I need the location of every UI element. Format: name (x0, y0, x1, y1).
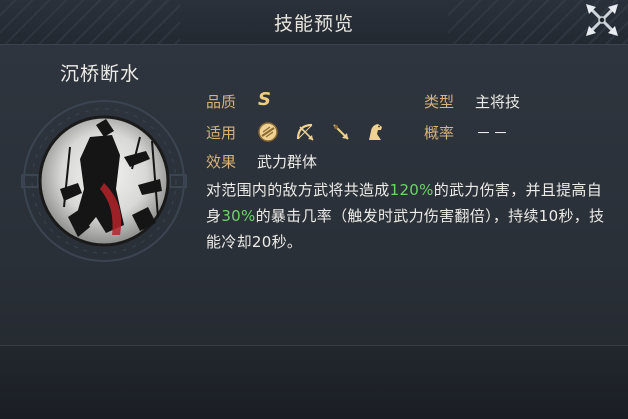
applicable-label: 适用 (206, 124, 237, 142)
crit-percent: 30% (221, 207, 256, 225)
skill-description: 对范围内的敌方武将共造成120%的武力伤害，并且提高自身30%的暴击几率（触发时… (206, 177, 610, 255)
effect-label: 效果 (206, 153, 237, 171)
bottom-area (0, 345, 628, 419)
type-value: 主将技 (475, 93, 521, 111)
type-label: 类型 (424, 93, 455, 111)
spear-icon (333, 124, 349, 140)
effect-value: 武力群体 (257, 153, 318, 171)
bow-icon (296, 123, 314, 141)
rate-value: －－ (476, 124, 511, 142)
close-icon (586, 4, 618, 36)
window-title: 技能预览 (273, 13, 354, 35)
description-text-3: 的暴击几率（触发时武力伤害翻倍），持续10秒，技能冷却20秒。 (206, 207, 605, 251)
skill-portrait (20, 97, 188, 265)
description-text-1: 对范围内的敌方武将共造成 (206, 181, 390, 199)
skill-name: 沉桥断水 (60, 63, 141, 85)
skill-info-panel: 沉桥断水 品质 S 类型 主将技 适用 概率 －－ 效果 武力群体 对范围内的敌… (0, 45, 628, 345)
close-button[interactable] (582, 0, 622, 40)
title-bar: 技能预览 (0, 0, 628, 45)
damage-percent: 120% (389, 181, 434, 199)
horse-icon (369, 124, 382, 140)
shield-icon (258, 122, 278, 142)
skill-preview-window: 技能预览 沉桥断水 品质 S 类型 主将技 适用 概率 －－ 效果 武力群体 对… (0, 0, 628, 419)
quality-grade: S (258, 89, 271, 110)
rate-label: 概率 (424, 124, 455, 142)
quality-label: 品质 (206, 93, 237, 111)
